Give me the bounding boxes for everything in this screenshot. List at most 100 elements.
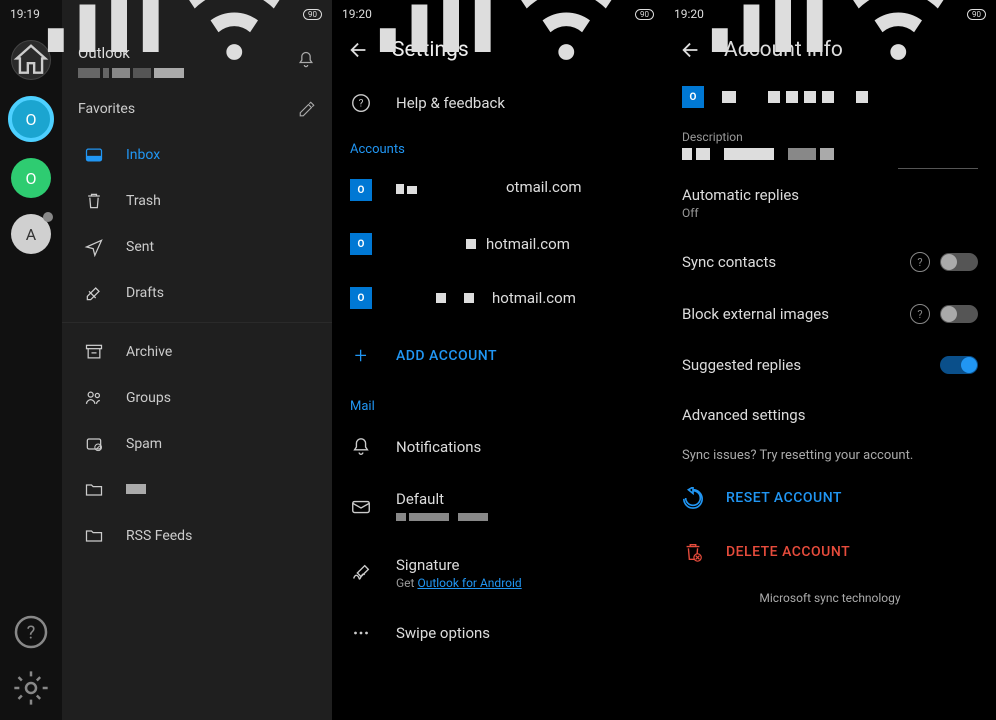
account-summary: O bbox=[664, 76, 996, 124]
help-icon[interactable]: ? bbox=[910, 304, 930, 324]
account-row-2[interactable]: O hotmail.com bbox=[332, 217, 664, 271]
help-icon[interactable]: ? bbox=[11, 612, 51, 652]
help-icon: ? bbox=[350, 92, 372, 114]
reset-account-button[interactable]: RESET ACCOUNT bbox=[664, 471, 996, 525]
gear-icon[interactable] bbox=[11, 668, 51, 708]
wifi-icon bbox=[503, 0, 630, 63]
redacted-email bbox=[78, 68, 184, 78]
outlook-link[interactable]: Outlook for Android bbox=[417, 576, 521, 590]
dots-icon bbox=[350, 622, 372, 644]
advanced-settings-row[interactable]: Advanced settings bbox=[664, 390, 996, 440]
help-feedback-row[interactable]: ? Help & feedback bbox=[332, 76, 664, 130]
description-value[interactable] bbox=[664, 144, 996, 170]
status-time: 19:19 bbox=[10, 7, 40, 21]
help-icon[interactable]: ? bbox=[910, 252, 930, 272]
account-row-3[interactable]: O hotmail.com bbox=[332, 271, 664, 325]
folder-label: Sent bbox=[126, 239, 154, 255]
delete-account-button[interactable]: DELETE ACCOUNT bbox=[664, 525, 996, 579]
edit-icon[interactable] bbox=[298, 100, 316, 118]
row-label: Sync contacts bbox=[682, 253, 776, 271]
plus-icon: + bbox=[350, 345, 372, 367]
svg-text:?: ? bbox=[359, 99, 364, 110]
account-email: hotmail.com bbox=[492, 289, 576, 307]
add-account-button[interactable]: + ADD ACCOUNT bbox=[332, 325, 664, 387]
folder-label: Archive bbox=[126, 344, 172, 360]
account-email: otmail.com bbox=[506, 178, 646, 196]
row-label: Automatic replies bbox=[682, 186, 799, 204]
footer-text: Microsoft sync technology bbox=[664, 579, 996, 617]
battery-icon: 90 bbox=[967, 9, 986, 20]
signal-icon bbox=[40, 0, 167, 63]
folder-label: Inbox bbox=[126, 147, 160, 163]
outlook-icon: O bbox=[350, 179, 372, 201]
account-rail: O O A ? bbox=[0, 0, 62, 720]
reset-icon bbox=[682, 487, 704, 509]
folder-spam[interactable]: Spam bbox=[62, 421, 332, 467]
status-time: 19:20 bbox=[674, 7, 704, 21]
signal-icon bbox=[372, 0, 499, 63]
favorites-section: Favorites bbox=[62, 86, 332, 132]
block-images-toggle[interactable] bbox=[940, 305, 978, 323]
account-avatar-2[interactable]: O bbox=[11, 158, 51, 198]
folder-archive[interactable]: Archive bbox=[62, 329, 332, 375]
favorites-label: Favorites bbox=[78, 101, 135, 117]
trash-icon bbox=[84, 191, 104, 211]
account-row-1[interactable]: O otmail.com bbox=[332, 163, 664, 217]
signature-row[interactable]: Signature Get Outlook for Android bbox=[332, 540, 664, 606]
status-bar: 19:20 90 bbox=[332, 0, 664, 28]
account-avatar-3[interactable]: A bbox=[11, 214, 51, 254]
sent-icon bbox=[84, 237, 104, 257]
sync-contacts-toggle[interactable] bbox=[940, 253, 978, 271]
status-time: 19:20 bbox=[342, 7, 372, 21]
redacted-email bbox=[722, 91, 868, 103]
outlook-icon: O bbox=[350, 287, 372, 309]
folder-label: Spam bbox=[126, 436, 162, 452]
account-info-pane: 19:20 90 Account info O Description bbox=[664, 0, 996, 720]
automatic-replies-row[interactable]: Automatic replies Off bbox=[664, 170, 996, 236]
default-row[interactable]: Default bbox=[332, 474, 664, 540]
inbox-icon bbox=[84, 145, 104, 165]
outlook-icon: O bbox=[682, 86, 704, 108]
folder-rss[interactable]: RSS Feeds bbox=[62, 513, 332, 559]
action-label: DELETE ACCOUNT bbox=[726, 544, 850, 560]
row-label: Suggested replies bbox=[682, 356, 801, 374]
description-label: Description bbox=[664, 124, 996, 144]
wifi-icon bbox=[835, 0, 962, 63]
mail-section-label: Mail bbox=[332, 387, 664, 420]
spam-icon bbox=[84, 434, 104, 454]
folder-inbox[interactable]: Inbox bbox=[62, 132, 332, 178]
battery-icon: 90 bbox=[635, 9, 654, 20]
sync-issues-text: Sync issues? Try resetting your account. bbox=[664, 440, 996, 471]
folder-label-redacted bbox=[126, 482, 146, 498]
archive-icon bbox=[84, 342, 104, 362]
account-avatar-1[interactable]: O bbox=[8, 96, 54, 142]
back-icon[interactable] bbox=[680, 39, 702, 61]
svg-text:?: ? bbox=[27, 623, 36, 644]
notifications-row[interactable]: Notifications bbox=[332, 420, 664, 474]
folder-label: RSS Feeds bbox=[126, 528, 192, 544]
folder-drafts[interactable]: Drafts bbox=[62, 270, 332, 316]
mail-icon bbox=[350, 496, 372, 518]
account-email: hotmail.com bbox=[486, 235, 570, 253]
folder-icon bbox=[84, 480, 104, 500]
folder-custom[interactable] bbox=[62, 467, 332, 513]
folder-drawer: Outlook Favorites Inbox Trash S bbox=[62, 0, 332, 720]
outlook-drawer-pane: 19:19 90 O O A ? Outlook bbox=[0, 0, 332, 720]
folder-groups[interactable]: Groups bbox=[62, 375, 332, 421]
folder-icon bbox=[84, 526, 104, 546]
suggested-replies-toggle[interactable] bbox=[940, 356, 978, 374]
bell-icon bbox=[350, 436, 372, 458]
suggested-replies-row: Suggested replies bbox=[664, 340, 996, 390]
row-label: Notifications bbox=[396, 438, 481, 456]
folder-sent[interactable]: Sent bbox=[62, 224, 332, 270]
status-bar: 19:19 90 bbox=[0, 0, 332, 28]
row-label: Advanced settings bbox=[682, 406, 805, 424]
folder-trash[interactable]: Trash bbox=[62, 178, 332, 224]
swipe-options-row[interactable]: Swipe options bbox=[332, 606, 664, 660]
battery-icon: 90 bbox=[303, 9, 322, 20]
back-icon[interactable] bbox=[348, 39, 370, 61]
status-bar: 19:20 90 bbox=[664, 0, 996, 28]
row-label: Block external images bbox=[682, 305, 829, 323]
signature-icon bbox=[350, 562, 372, 584]
drafts-icon bbox=[84, 283, 104, 303]
